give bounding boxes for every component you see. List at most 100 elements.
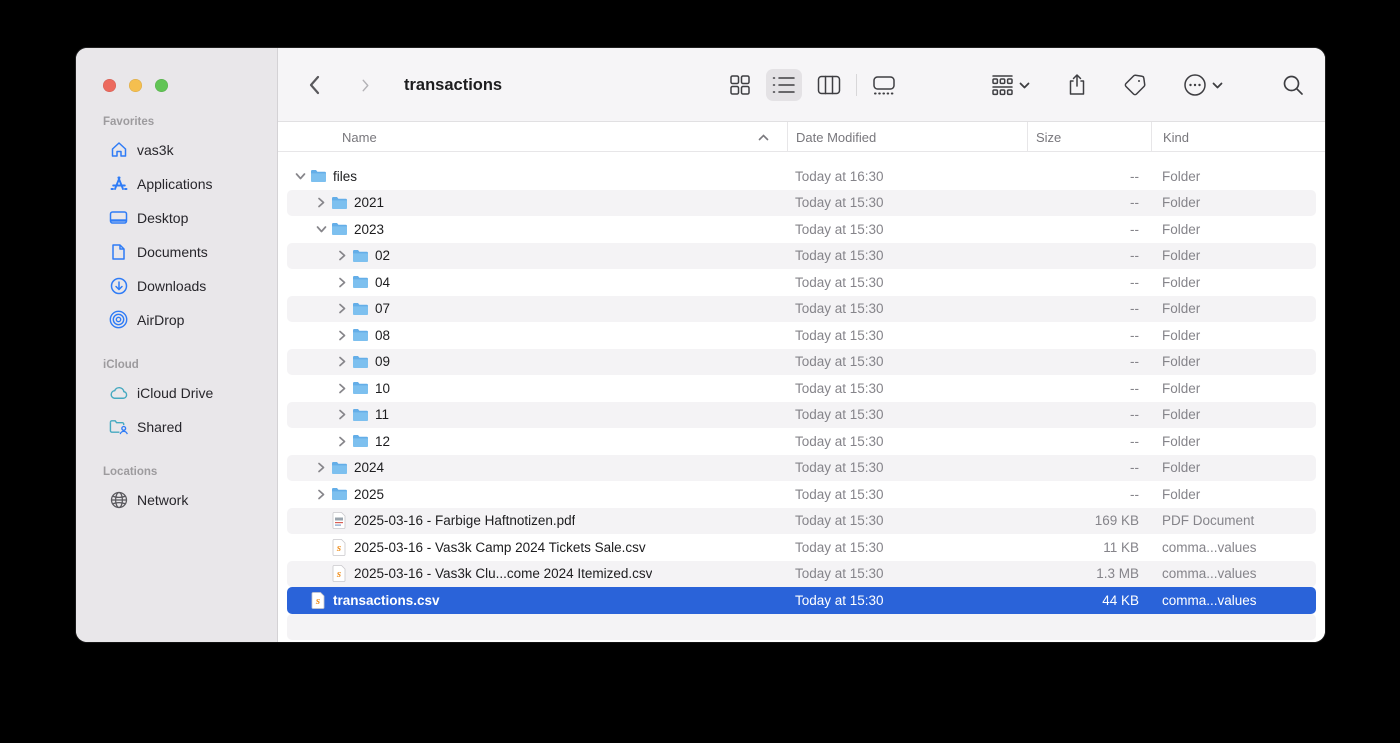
gallery-view-button[interactable] bbox=[866, 69, 902, 102]
file-kind: comma...values bbox=[1151, 593, 1325, 608]
more-options-icon bbox=[1183, 73, 1207, 97]
column-header-date-modified[interactable]: Date Modified bbox=[787, 122, 1027, 152]
disclosure-triangle-collapsed[interactable] bbox=[335, 409, 349, 420]
file-kind: comma...values bbox=[1151, 540, 1325, 555]
table-row[interactable]: 2023 Today at 15:30 -- Folder bbox=[278, 216, 1325, 243]
file-name: 08 bbox=[375, 328, 390, 343]
search-icon bbox=[1282, 74, 1304, 96]
sidebar-item-airdrop[interactable]: AirDrop bbox=[84, 304, 269, 335]
file-name: transactions.csv bbox=[333, 593, 440, 608]
file-date-modified: Today at 16:30 bbox=[787, 169, 1027, 184]
table-row[interactable]: 2021 Today at 15:30 -- Folder bbox=[278, 190, 1325, 217]
sidebar-item-applications[interactable]: Applications bbox=[84, 168, 269, 199]
sidebar-item-label: iCloud Drive bbox=[137, 385, 213, 401]
disclosure-triangle-collapsed[interactable] bbox=[335, 277, 349, 288]
share-button[interactable] bbox=[1061, 67, 1093, 103]
disclosure-triangle-collapsed[interactable] bbox=[335, 356, 349, 367]
sidebar-item-downloads[interactable]: Downloads bbox=[84, 270, 269, 301]
table-row[interactable]: 09 Today at 15:30 -- Folder bbox=[278, 349, 1325, 376]
main-area: transactions bbox=[278, 48, 1325, 642]
table-row[interactable]: s 2025-03-16 - Vas3k Clu...come 2024 Ite… bbox=[278, 561, 1325, 588]
sidebar-item-desktop[interactable]: Desktop bbox=[84, 202, 269, 233]
csv-file-icon: s bbox=[330, 566, 348, 582]
share-icon bbox=[1067, 73, 1087, 97]
file-kind: Folder bbox=[1151, 328, 1325, 343]
icon-view-button[interactable] bbox=[723, 68, 757, 102]
folder-icon bbox=[330, 460, 348, 476]
file-date-modified: Today at 15:30 bbox=[787, 354, 1027, 369]
table-row[interactable]: 07 Today at 15:30 -- Folder bbox=[278, 296, 1325, 323]
file-kind: Folder bbox=[1151, 354, 1325, 369]
disclosure-triangle-collapsed[interactable] bbox=[314, 489, 328, 500]
file-size: 169 KB bbox=[1027, 513, 1151, 528]
sidebar-section-label: Locations bbox=[76, 466, 277, 478]
search-button[interactable] bbox=[1276, 68, 1310, 102]
file-size: -- bbox=[1027, 381, 1151, 396]
disclosure-triangle-collapsed[interactable] bbox=[335, 250, 349, 261]
chevron-down-icon bbox=[1019, 82, 1030, 89]
file-date-modified: Today at 15:30 bbox=[787, 275, 1027, 290]
sidebar-section: Favoritesvas3kApplicationsDesktopDocumen… bbox=[76, 116, 277, 335]
table-row[interactable]: 08 Today at 15:30 -- Folder bbox=[278, 322, 1325, 349]
disclosure-triangle-collapsed[interactable] bbox=[314, 197, 328, 208]
disclosure-triangle-expanded[interactable] bbox=[314, 225, 328, 233]
zoom-window-button[interactable] bbox=[155, 79, 168, 92]
forward-button[interactable] bbox=[353, 73, 378, 98]
table-row[interactable]: 10 Today at 15:30 -- Folder bbox=[278, 375, 1325, 402]
file-kind: Folder bbox=[1151, 381, 1325, 396]
column-view-button[interactable] bbox=[811, 69, 847, 101]
icon-view-icon bbox=[729, 74, 751, 96]
file-name: 2025 bbox=[354, 487, 384, 502]
column-header-kind[interactable]: Kind bbox=[1151, 122, 1325, 152]
close-window-button[interactable] bbox=[103, 79, 116, 92]
network-icon bbox=[109, 490, 128, 509]
sidebar-item-shared[interactable]: Shared bbox=[84, 411, 269, 442]
disclosure-triangle-collapsed[interactable] bbox=[335, 303, 349, 314]
table-row-selected[interactable]: s transactions.csv Today at 15:30 44 KB … bbox=[278, 587, 1325, 614]
file-kind: Folder bbox=[1151, 169, 1325, 184]
folder-icon bbox=[351, 407, 369, 423]
column-header-name[interactable]: Name bbox=[278, 130, 787, 145]
sidebar-item-network[interactable]: Network bbox=[84, 484, 269, 515]
folder-icon bbox=[351, 354, 369, 370]
file-date-modified: Today at 15:30 bbox=[787, 434, 1027, 449]
chevron-down-icon bbox=[1212, 82, 1223, 89]
file-size: -- bbox=[1027, 460, 1151, 475]
back-button[interactable] bbox=[302, 69, 327, 101]
disclosure-triangle-collapsed[interactable] bbox=[335, 330, 349, 341]
file-date-modified: Today at 15:30 bbox=[787, 248, 1027, 263]
file-name: 10 bbox=[375, 381, 390, 396]
tag-button[interactable] bbox=[1117, 67, 1153, 103]
table-row[interactable]: files Today at 16:30 -- Folder bbox=[278, 163, 1325, 190]
window-controls bbox=[76, 78, 277, 92]
table-row[interactable]: 2025-03-16 - Farbige Haftnotizen.pdf Tod… bbox=[278, 508, 1325, 535]
file-size: -- bbox=[1027, 434, 1151, 449]
table-row[interactable]: 2024 Today at 15:30 -- Folder bbox=[278, 455, 1325, 482]
minimize-window-button[interactable] bbox=[129, 79, 142, 92]
table-row[interactable]: s 2025-03-16 - Vas3k Camp 2024 Tickets S… bbox=[278, 534, 1325, 561]
file-date-modified: Today at 15:30 bbox=[787, 593, 1027, 608]
table-row[interactable]: 2025 Today at 15:30 -- Folder bbox=[278, 481, 1325, 508]
sidebar-item-label: Shared bbox=[137, 419, 182, 435]
more-options-button[interactable] bbox=[1177, 67, 1229, 103]
sidebar-item-vas3k[interactable]: vas3k bbox=[84, 134, 269, 165]
table-row[interactable]: 11 Today at 15:30 -- Folder bbox=[278, 402, 1325, 429]
disclosure-triangle-collapsed[interactable] bbox=[335, 383, 349, 394]
file-size: -- bbox=[1027, 354, 1151, 369]
gallery-view-icon bbox=[872, 75, 896, 96]
sidebar-item-documents[interactable]: Documents bbox=[84, 236, 269, 267]
disclosure-triangle-collapsed[interactable] bbox=[335, 436, 349, 447]
file-kind: Folder bbox=[1151, 301, 1325, 316]
shared-folder-icon bbox=[109, 417, 128, 436]
list-view-button[interactable] bbox=[766, 69, 802, 101]
table-row[interactable]: 12 Today at 15:30 -- Folder bbox=[278, 428, 1325, 455]
disclosure-triangle-expanded[interactable] bbox=[293, 172, 307, 180]
chevron-left-icon bbox=[308, 75, 321, 95]
table-row[interactable]: 04 Today at 15:30 -- Folder bbox=[278, 269, 1325, 296]
disclosure-triangle-collapsed[interactable] bbox=[314, 462, 328, 473]
file-kind: PDF Document bbox=[1151, 513, 1325, 528]
column-header-size[interactable]: Size bbox=[1027, 122, 1151, 152]
table-row[interactable]: 02 Today at 15:30 -- Folder bbox=[278, 243, 1325, 270]
group-by-button[interactable] bbox=[985, 68, 1036, 102]
sidebar-item-icloud-drive[interactable]: iCloud Drive bbox=[84, 377, 269, 408]
